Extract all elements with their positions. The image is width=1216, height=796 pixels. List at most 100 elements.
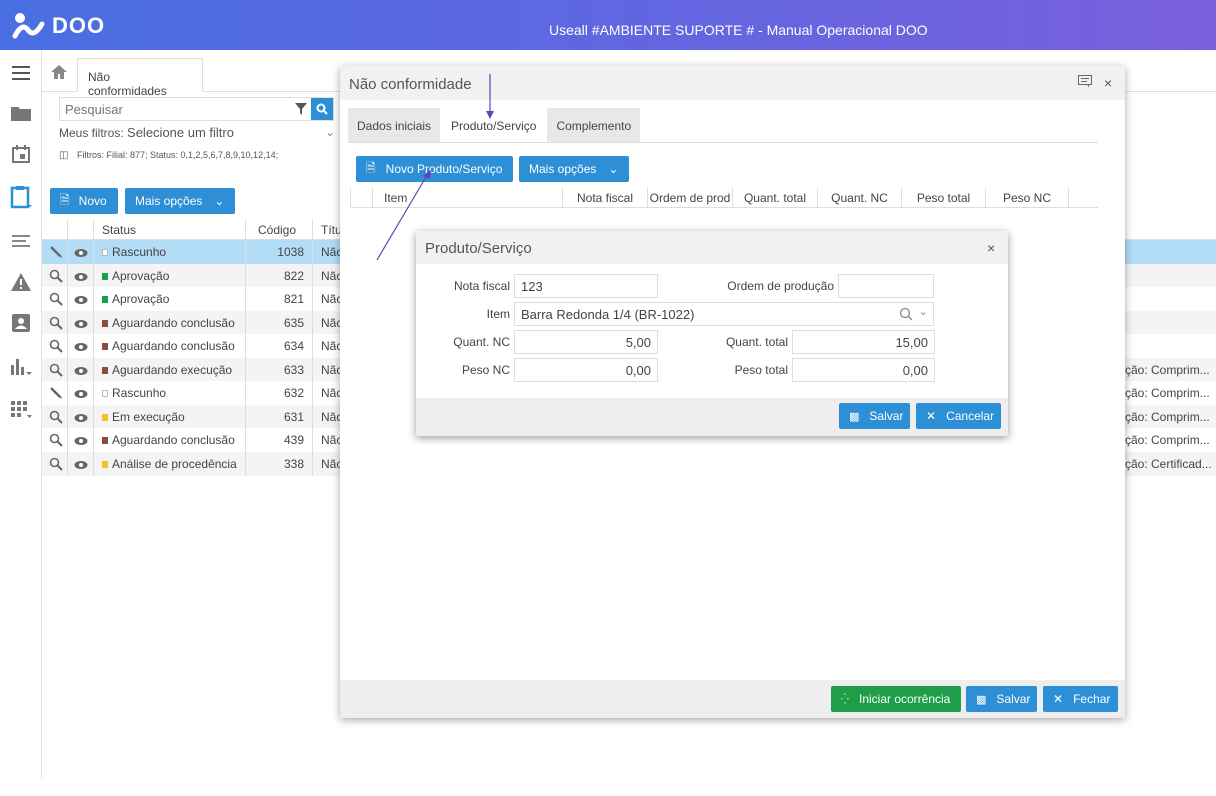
status-text: Em execução (112, 409, 185, 424)
status-cell: Rascunho (102, 240, 242, 264)
column-codigo[interactable]: Código (258, 223, 296, 237)
new-product-button[interactable]: 🗎 Novo Produto/Serviço (356, 156, 513, 182)
eye-icon[interactable] (74, 381, 88, 402)
modal-more-options-label: Mais opções (529, 162, 597, 176)
apps-grid-icon[interactable] (10, 398, 32, 420)
eye-icon[interactable] (74, 358, 88, 379)
dialog-title: Produto/Serviço (425, 240, 532, 257)
comment-icon[interactable] (1078, 75, 1092, 92)
code-cell: 439 (283, 433, 304, 447)
view-details-icon[interactable] (49, 358, 63, 382)
tab-dados-iniciais[interactable]: Dados iniciais (348, 108, 441, 142)
product-service-dialog: Produto/Serviço × Nota fiscal 123 Ordem … (416, 231, 1008, 436)
home-icon[interactable] (50, 64, 72, 86)
warning-icon[interactable] (10, 271, 32, 293)
applied-filters: ◫ Filtros: Filial: 877; Status: 0,1,2,5,… (59, 150, 278, 161)
search-button[interactable] (311, 98, 333, 120)
view-details-icon[interactable] (49, 428, 63, 452)
eye-icon[interactable] (74, 264, 88, 285)
clipboard-icon[interactable] (10, 186, 32, 209)
applied-filters-text: Filtros: Filial: 877; Status: 0,1,2,5,6,… (76, 150, 279, 160)
view-details-icon[interactable] (49, 452, 63, 476)
view-details-icon[interactable] (49, 287, 63, 311)
folder-icon[interactable] (10, 102, 32, 124)
filter-icon[interactable] (291, 98, 311, 120)
edit-icon[interactable] (49, 381, 63, 405)
modal-header: Não conformidade × (340, 66, 1125, 100)
column-peso-nc[interactable]: Peso NC (985, 188, 1069, 208)
chevron-down-icon[interactable]: ⌄ (919, 305, 928, 318)
close-icon[interactable]: × (987, 240, 995, 256)
extra-cell (1125, 264, 1216, 288)
eye-icon[interactable] (74, 405, 88, 426)
spinner-icon: ⁛ (841, 693, 849, 705)
modal-tabs: Dados iniciais Produto/Serviço Complemen… (348, 108, 642, 142)
status-cell: Em execução (102, 405, 242, 429)
status-text: Rascunho (112, 245, 167, 259)
status-cell: Aprovação (102, 264, 242, 288)
chevron-down-icon: ⌄ (214, 194, 225, 208)
view-details-icon[interactable] (49, 405, 63, 429)
more-options-button[interactable]: Mais opções ⌄ (125, 188, 235, 214)
tabs-underline (348, 142, 1098, 143)
eye-icon[interactable] (74, 311, 88, 332)
list-icon[interactable] (10, 230, 32, 252)
column-ordem-producao[interactable]: Ordem de prod (647, 188, 732, 208)
column-peso-total[interactable]: Peso total (901, 188, 985, 208)
nota-fiscal-field[interactable]: 123 (514, 274, 658, 298)
view-details-icon[interactable] (49, 264, 63, 288)
tab-nao-conformidades[interactable]: Não conformidades (77, 58, 203, 98)
calendar-icon[interactable] (10, 143, 32, 165)
start-occurrence-button[interactable]: ⁛ Iniciar ocorrência (831, 686, 961, 712)
dialog-save-button[interactable]: ▩ Salvar (839, 403, 910, 429)
status-cell: Aprovação (102, 287, 242, 311)
menu-icon[interactable] (10, 62, 32, 84)
quant-nc-field[interactable]: 5,00 (514, 330, 658, 354)
ordem-producao-field[interactable] (838, 274, 934, 298)
logo[interactable]: DOO (12, 12, 105, 40)
extra-cell: ção: Comprim... (1125, 362, 1210, 377)
eye-icon[interactable] (74, 334, 88, 355)
code-cell: 631 (283, 409, 304, 424)
trash-icon[interactable]: ◫ (59, 150, 68, 161)
cancel-button[interactable]: ✕ Cancelar (916, 403, 1001, 429)
item-field[interactable]: Barra Redonda 1/4 (BR-1022) ⌄ (514, 302, 934, 326)
eye-icon[interactable] (74, 428, 88, 449)
tab-produto-servico[interactable]: Produto/Serviço (442, 108, 546, 142)
close-icon[interactable]: × (1104, 75, 1112, 91)
view-details-icon[interactable] (49, 311, 63, 335)
eye-icon[interactable] (74, 452, 88, 473)
column-quant-nc[interactable]: Quant. NC (817, 188, 901, 208)
peso-nc-field[interactable]: 0,00 (514, 358, 658, 382)
column-quant-total[interactable]: Quant. total (732, 188, 817, 208)
close-button-label: Fechar (1073, 692, 1111, 706)
chevron-down-icon[interactable]: ⌄ (325, 125, 335, 139)
quant-total-field[interactable]: 15,00 (792, 330, 935, 354)
code-cell: 632 (283, 386, 304, 400)
extra-cell: ção: Comprim... (1125, 409, 1210, 424)
eye-icon[interactable] (74, 240, 88, 261)
new-button[interactable]: 🗎 Novo (50, 188, 118, 214)
save-icon: ▩ (976, 693, 987, 706)
contact-icon[interactable] (10, 312, 32, 334)
eye-icon[interactable] (74, 287, 88, 308)
code-cell: 1038 (277, 245, 304, 259)
modal-save-button[interactable]: ▩ Salvar (966, 686, 1037, 712)
search-input[interactable] (60, 98, 291, 120)
column-nota-fiscal[interactable]: Nota fiscal (562, 188, 647, 208)
column-status[interactable]: Status (102, 223, 136, 237)
status-text: Aguardando conclusão (112, 339, 235, 353)
column-item[interactable]: Item (372, 188, 562, 208)
search-icon[interactable] (899, 307, 913, 324)
column-titulo[interactable]: Títu (321, 223, 342, 237)
bar-chart-icon[interactable] (10, 355, 32, 377)
code-cell: 338 (283, 456, 304, 471)
view-details-icon[interactable] (49, 334, 63, 358)
peso-total-field[interactable]: 0,00 (792, 358, 935, 382)
modal-more-options-button[interactable]: Mais opções ⌄ (519, 156, 629, 182)
tab-complemento[interactable]: Complemento (547, 108, 641, 142)
close-button[interactable]: ✕ Fechar (1043, 686, 1118, 712)
edit-icon[interactable] (49, 240, 63, 264)
select-column (350, 188, 372, 208)
filter-select[interactable]: Selecione um filtro (127, 125, 234, 140)
